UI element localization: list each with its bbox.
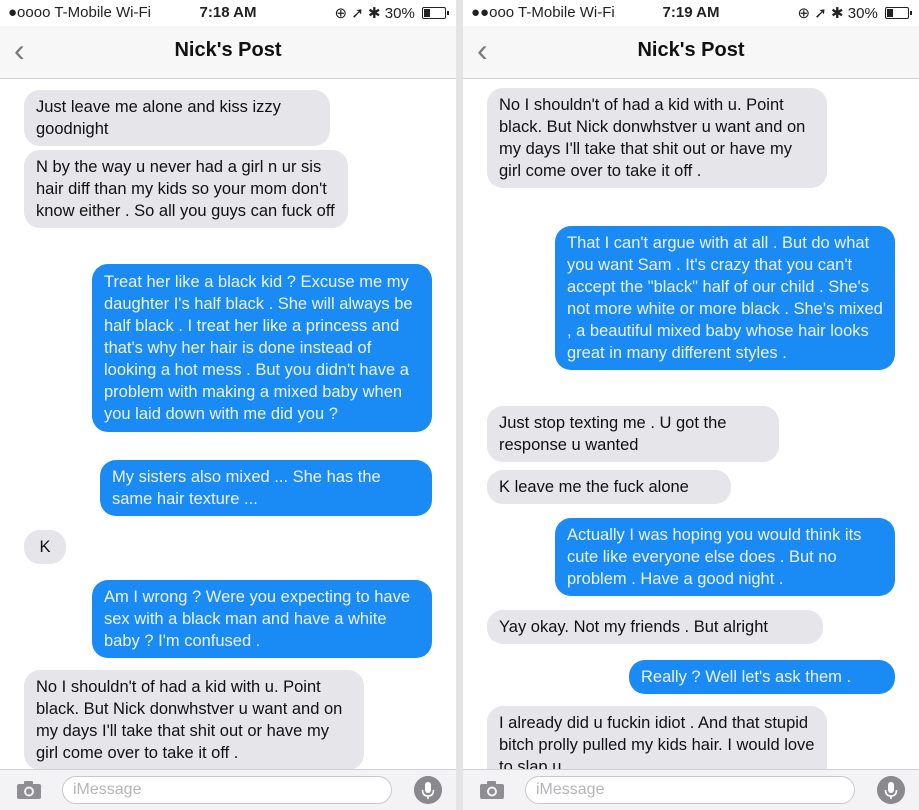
battery-percent: 30% xyxy=(847,5,878,22)
battery-icon xyxy=(885,7,912,19)
message-bubble[interactable]: N by the way u never had a girl n ur sis… xyxy=(24,150,348,228)
imessage-input[interactable]: iMessage xyxy=(525,776,855,804)
status-bar: ●●ooo T-Mobile Wi-Fi 7:19 AM ⊕ ➚ ✱ 30% xyxy=(463,0,919,26)
location-icon: ➚ xyxy=(814,5,827,22)
conversation-title: Nick's Post xyxy=(174,39,282,61)
microphone-icon[interactable] xyxy=(877,776,905,804)
status-right: ⊕ ➚ ✱ 30% xyxy=(334,4,449,22)
status-bar: ●oooo T-Mobile Wi-Fi 7:18 AM ⊕ ➚ ✱ 30% xyxy=(0,0,456,26)
status-right: ⊕ ➚ ✱ 30% xyxy=(797,4,912,22)
message-bubble[interactable]: Just stop texting me . U got the respons… xyxy=(487,406,779,462)
location-icon: ➚ xyxy=(351,5,364,22)
bluetooth-icon: ✱ xyxy=(368,5,381,22)
message-input-bar: iMessage xyxy=(463,769,919,810)
message-bubble[interactable]: Yay okay. Not my friends . But alright xyxy=(487,610,823,644)
conversation-panel-left: ●oooo T-Mobile Wi-Fi 7:18 AM ⊕ ➚ ✱ 30% ‹… xyxy=(0,0,456,810)
camera-icon[interactable] xyxy=(479,780,505,800)
message-bubble[interactable]: No I shouldn't of had a kid with u. Poin… xyxy=(487,88,827,188)
rotation-lock-icon: ⊕ xyxy=(797,5,811,22)
message-bubble[interactable]: Am I wrong ? Were you expecting to have … xyxy=(92,580,432,658)
battery-icon xyxy=(422,7,449,19)
battery-percent: 30% xyxy=(384,5,415,22)
message-input-bar: iMessage xyxy=(0,769,456,810)
conversation-panel-right: ●●ooo T-Mobile Wi-Fi 7:19 AM ⊕ ➚ ✱ 30% ‹… xyxy=(463,0,919,810)
microphone-icon[interactable] xyxy=(414,776,442,804)
message-bubble[interactable]: K leave me the fuck alone xyxy=(487,470,731,504)
message-bubble[interactable]: Really ? Well let's ask them . xyxy=(629,660,895,694)
imessage-input[interactable]: iMessage xyxy=(62,776,392,804)
message-bubble[interactable]: Treat her like a black kid ? Excuse me m… xyxy=(92,264,432,432)
message-bubble[interactable]: No I shouldn't of had a kid with u. Poin… xyxy=(24,670,364,770)
message-bubble[interactable]: That I can't argue with at all . But do … xyxy=(555,226,895,370)
panel-divider xyxy=(456,0,463,810)
message-bubble[interactable]: My sisters also mixed ... She has the sa… xyxy=(100,460,432,516)
bluetooth-icon: ✱ xyxy=(831,5,844,22)
message-bubble[interactable]: Just leave me alone and kiss izzy goodni… xyxy=(24,90,330,146)
nav-bar: ‹ Nick's Post xyxy=(463,26,919,79)
message-bubble[interactable]: K xyxy=(24,530,66,564)
nav-bar: ‹ Nick's Post xyxy=(0,26,456,79)
conversation-title: Nick's Post xyxy=(637,39,745,61)
message-bubble[interactable]: Actually I was hoping you would think it… xyxy=(555,518,895,596)
rotation-lock-icon: ⊕ xyxy=(334,5,348,22)
camera-icon[interactable] xyxy=(16,780,42,800)
